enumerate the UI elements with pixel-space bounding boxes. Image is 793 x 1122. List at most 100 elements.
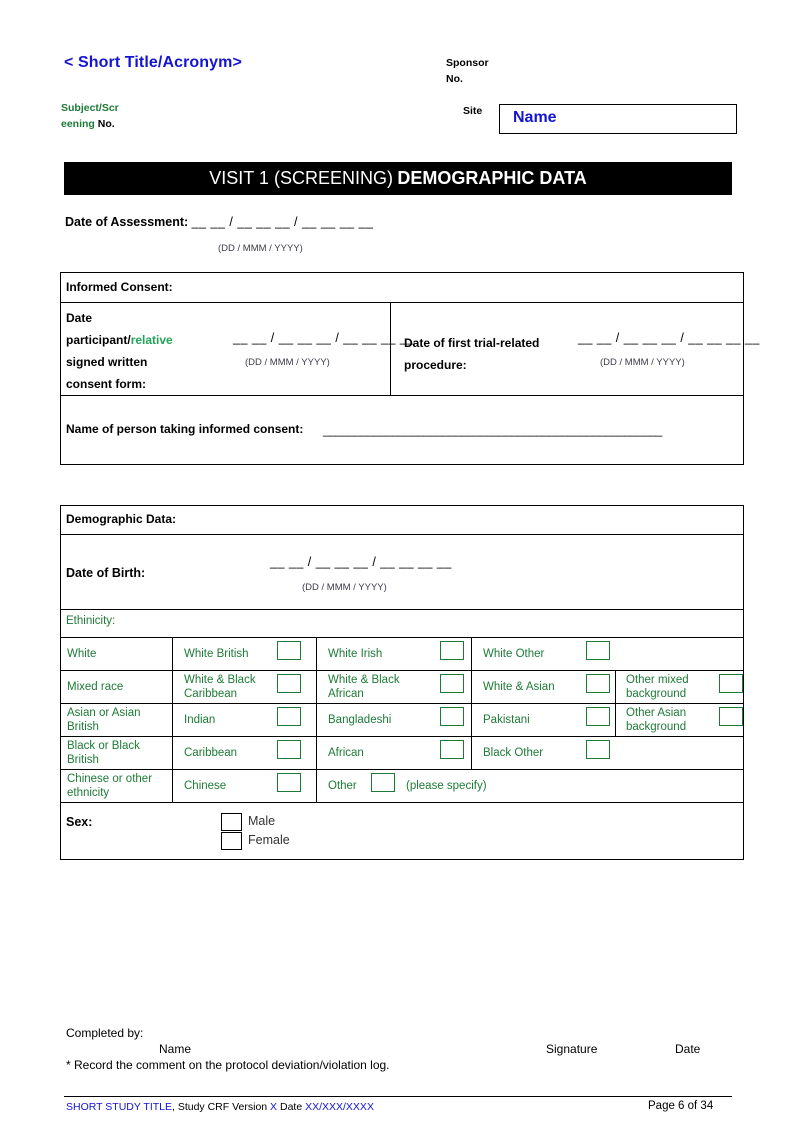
subject-label-part1: Subject/Scr (61, 102, 119, 114)
consent-signed-date-format-hint: (DD / MMM / YYYY) (245, 357, 330, 368)
informed-consent-section-title: Informed Consent: (66, 280, 173, 294)
sex-label: Sex: (66, 815, 93, 829)
date-of-assessment-label: Date of Assessment: (65, 215, 189, 229)
banner-visit-text: VISIT 1 (SCREENING) (209, 168, 393, 188)
first-procedure-date-label: Date of first trial-related procedure: (404, 332, 574, 376)
ethnicity-option-white-other: White Other (483, 648, 545, 660)
consent-signed-line2a: participant/ (66, 333, 131, 347)
ethnicity-label: Ethinicity: (66, 615, 116, 627)
checkbox-sex-male[interactable] (221, 813, 242, 831)
sponsor-no-label: Sponsor No. (446, 55, 489, 87)
consent-signed-line4: consent form: (66, 377, 147, 391)
site-name-field[interactable]: Name (499, 104, 737, 134)
ethnicity-group-white: White (67, 648, 97, 660)
informed-consent-header-divider (60, 302, 744, 304)
checkbox-bangladeshi[interactable] (440, 707, 464, 726)
footer-divider (64, 1096, 732, 1097)
footer-page-number: Page 6 of 34 (648, 1100, 714, 1112)
checkbox-white-irish[interactable] (440, 641, 464, 660)
sex-option-male-label: Male (248, 814, 276, 828)
checkbox-chinese[interactable] (277, 773, 301, 792)
footer-study-line: SHORT STUDY TITLE, Study CRF Version X D… (66, 1101, 374, 1113)
checkbox-black-other[interactable] (586, 740, 610, 759)
informed-consent-column-divider (390, 302, 392, 395)
checkbox-other-mixed-background[interactable] (719, 674, 743, 693)
footer-study-date-label: Date (277, 1101, 306, 1113)
ethnicity-option-white-asian: White & Asian (483, 681, 555, 693)
checkbox-pakistani[interactable] (586, 707, 610, 726)
subject-label-part2: eening (61, 118, 95, 130)
first-procedure-date-input[interactable]: __ __ / __ __ __ / __ __ __ __ (578, 331, 760, 345)
checkbox-white-black-caribbean[interactable] (277, 674, 301, 693)
date-of-birth-input[interactable]: __ __ / __ __ __ / __ __ __ __ (270, 555, 452, 569)
crf-page: < Short Title/Acronym> Subject/Scr eenin… (0, 0, 793, 1122)
consent-taker-name-label: Name of person taking informed consent: (66, 422, 304, 436)
site-label: Site (463, 105, 483, 117)
ethnicity-row-divider-5 (60, 802, 744, 804)
first-procedure-line1: Date of first trial-related (404, 336, 540, 350)
banner-section-text: DEMOGRAPHIC DATA (397, 168, 587, 188)
sex-option-female-label: Female (248, 833, 290, 847)
informed-consent-middle-divider (60, 395, 744, 397)
consent-signed-date-input[interactable]: __ __ / __ __ __ / __ __ __ __ (233, 331, 415, 345)
completed-by-label: Completed by: (66, 1026, 144, 1040)
checkbox-caribbean[interactable] (277, 740, 301, 759)
site-name-value: Name (513, 109, 557, 126)
ethnicity-option-chinese: Chinese (184, 780, 227, 792)
ethnicity-group-mixed-race: Mixed race (67, 681, 124, 693)
ethnicity-option-african: African (328, 747, 364, 759)
footer-study-mid: , Study CRF Version (172, 1101, 271, 1113)
date-of-assessment-input[interactable]: __ __ / __ __ __ / __ __ __ __ (192, 215, 374, 229)
checkbox-sex-female[interactable] (221, 832, 242, 850)
sponsor-line-2: No. (446, 73, 463, 85)
ethnicity-option-white-black-african: White & Black African (328, 674, 400, 700)
ethnicity-option-white-irish: White Irish (328, 648, 383, 660)
checkbox-other-ethnicity[interactable] (371, 773, 395, 792)
ethnicity-extra-col-divider (615, 670, 617, 736)
ethnicity-option-pakistani: Pakistani (483, 714, 530, 726)
footer-study-title: SHORT STUDY TITLE (66, 1101, 172, 1113)
ethnicity-option-col-divider-2 (471, 637, 473, 769)
ethnicity-option-other: Other (328, 780, 357, 792)
ethnicity-option-caribbean: Caribbean (184, 747, 238, 759)
consent-taker-name-input[interactable]: ________________________________________… (323, 423, 662, 437)
demographic-section-title: Demographic Data: (66, 512, 177, 526)
consent-signed-date-label: Date participant/relative signed written… (66, 307, 241, 395)
ethnicity-option-black-other: Black Other (483, 747, 544, 759)
checkbox-african[interactable] (440, 740, 464, 759)
study-acronym: < Short Title/Acronym> (64, 54, 242, 71)
completed-by-name-column: Name (159, 1042, 192, 1056)
consent-signed-line1: Date (66, 311, 93, 325)
ethnicity-option-other-mixed-background: Other mixed background (626, 674, 689, 700)
footer-study-date-value: XX/XXX/XXXX (305, 1101, 374, 1113)
completed-by-signature-column: Signature (546, 1042, 598, 1056)
date-of-birth-format-hint: (DD / MMM / YYYY) (302, 582, 387, 593)
ethnicity-option-col-divider-1 (316, 637, 318, 802)
consent-signed-line3: signed written (66, 355, 148, 369)
ethnicity-group-asian-british: Asian or Asian British (67, 707, 141, 733)
page-title-banner: VISIT 1 (SCREENING) DEMOGRAPHIC DATA (64, 162, 732, 195)
sponsor-line-1: Sponsor (446, 57, 489, 69)
checkbox-indian[interactable] (277, 707, 301, 726)
consent-signed-line2b: relative (130, 333, 173, 347)
ethnicity-group-black-british: Black or Black British (67, 740, 140, 766)
date-of-birth-label: Date of Birth: (66, 566, 146, 580)
ethnicity-group-chinese-other: Chinese or other ethnicity (67, 773, 153, 799)
checkbox-other-asian-background[interactable] (719, 707, 743, 726)
checkbox-white-black-african[interactable] (440, 674, 464, 693)
ethnicity-other-specify-hint: (please specify) (406, 780, 487, 792)
dob-row-divider (60, 609, 744, 611)
checkbox-white-asian[interactable] (586, 674, 610, 693)
footer-study-version: X (270, 1101, 278, 1113)
completed-by-date-column: Date (675, 1042, 701, 1056)
first-procedure-line2: procedure: (404, 358, 467, 372)
subject-screening-no-label: Subject/Scr eening No. (61, 100, 181, 132)
checkbox-white-other[interactable] (586, 641, 610, 660)
first-procedure-date-format-hint: (DD / MMM / YYYY) (600, 357, 685, 368)
checkbox-white-british[interactable] (277, 641, 301, 660)
date-of-assessment-format-hint: (DD / MMM / YYYY) (218, 243, 303, 254)
ethnicity-option-indian: Indian (184, 714, 216, 726)
protocol-deviation-note: * Record the comment on the protocol dev… (66, 1058, 390, 1072)
ethnicity-option-bangladeshi: Bangladeshi (328, 714, 392, 726)
subject-label-no: No. (97, 118, 115, 130)
